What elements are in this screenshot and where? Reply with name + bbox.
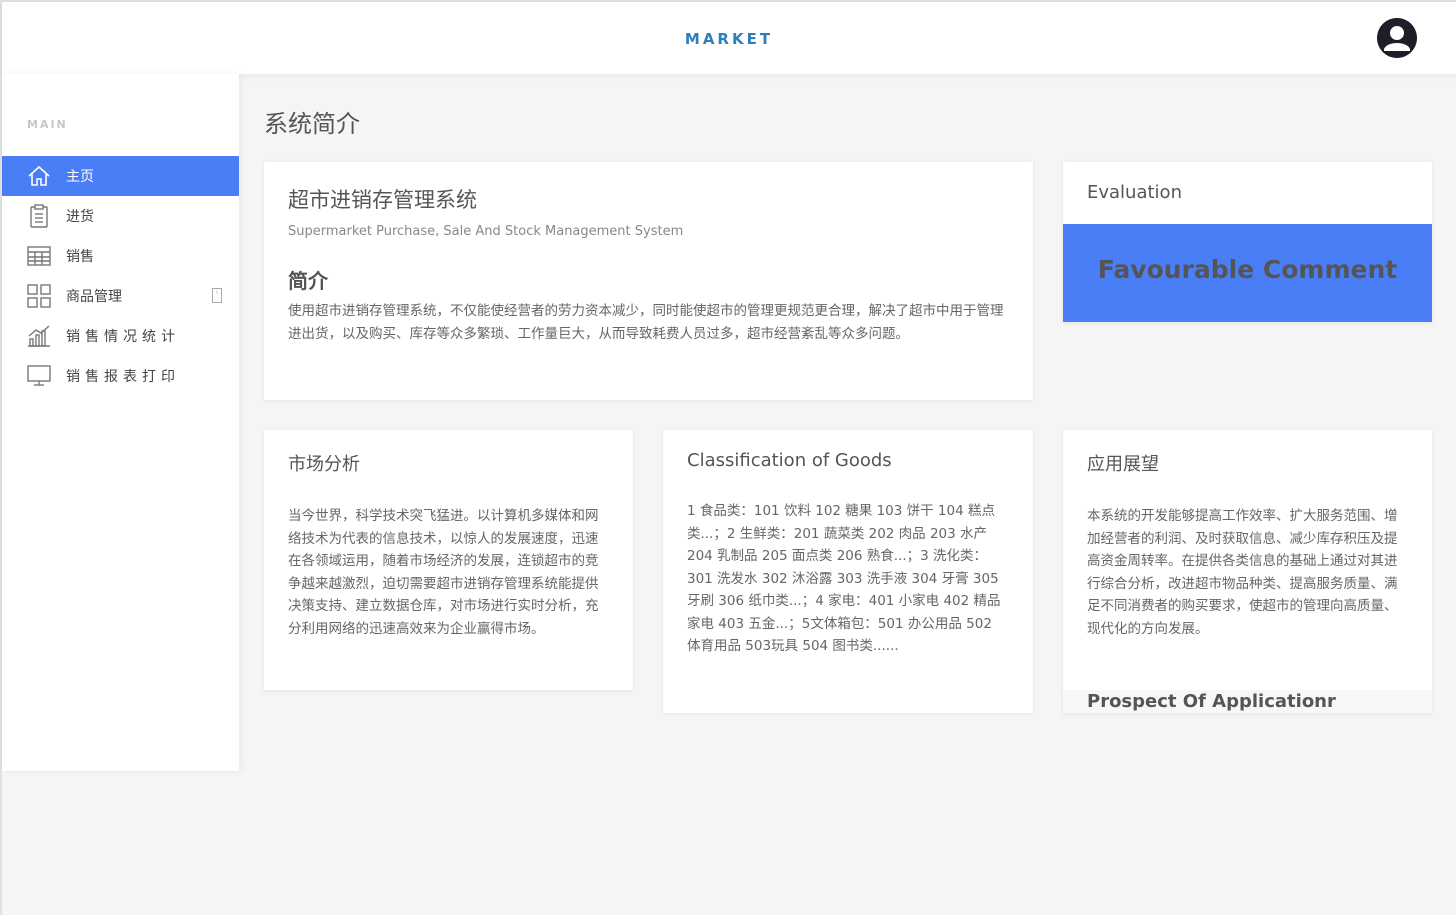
sidebar-item-label: 进货 bbox=[66, 209, 94, 225]
favourable-comment-banner[interactable]: Favourable Comment bbox=[1063, 224, 1432, 322]
sidebar-item-label: 销售 bbox=[66, 249, 94, 265]
sidebar-item-home[interactable]: 主页 bbox=[2, 156, 239, 196]
sidebar-item-label: 销售情况统计 bbox=[66, 329, 180, 345]
market-analysis-card: 市场分析 当今世界，科学技术突飞猛进。以计算机多媒体和网络技术为代表的信息技术，… bbox=[264, 430, 633, 690]
evaluation-title: Evaluation bbox=[1087, 182, 1182, 203]
goods-classification-card: Classification of Goods 1 食品类：101 饮料 102… bbox=[663, 430, 1033, 713]
clipboard-icon bbox=[26, 203, 52, 229]
bar-chart-icon bbox=[26, 323, 52, 349]
sidebar-item-sales[interactable]: 销售 bbox=[2, 236, 239, 276]
application-prospect-text: 本系统的开发能够提高工作效率、扩大服务范围、增加经营者的利润、及时获取信息、减少… bbox=[1087, 508, 1398, 637]
evaluation-card: Evaluation Favourable Comment bbox=[1063, 162, 1432, 322]
market-analysis-text: 当今世界，科学技术突飞猛进。以计算机多媒体和网络技术为代表的信息技术，以惊人的发… bbox=[288, 508, 599, 637]
sidebar-heading: MAIN bbox=[27, 118, 68, 131]
sidebar-item-goods-management[interactable]: 商品管理 ⁞ bbox=[2, 276, 239, 316]
goods-classification-text: 1 食品类：101 饮料 102 糖果 103 饼干 104 糕点类...；2 … bbox=[687, 503, 1001, 654]
page-title: 系统简介 bbox=[264, 110, 360, 138]
sidebar-item-label: 主页 bbox=[66, 169, 94, 185]
system-title: 超市进销存管理系统 bbox=[288, 188, 477, 212]
sidebar: MAIN 主页 进货 销售 商品管理 ⁞ 销售情况统计 销售报表打印 bbox=[2, 74, 239, 771]
intro-heading: 简介 bbox=[288, 269, 328, 293]
intro-card: 超市进销存管理系统 Supermarket Purchase, Sale And… bbox=[264, 162, 1033, 400]
market-analysis-title: 市场分析 bbox=[288, 454, 360, 475]
grid-icon bbox=[26, 283, 52, 309]
application-prospect-title: 应用展望 bbox=[1087, 454, 1159, 475]
home-icon bbox=[26, 163, 52, 189]
prospect-footer: Prospect Of Applicationr bbox=[1063, 690, 1432, 713]
system-subtitle: Supermarket Purchase, Sale And Stock Man… bbox=[288, 224, 684, 239]
expand-toggle-icon[interactable]: ⁞ bbox=[212, 288, 222, 303]
calendar-table-icon bbox=[26, 243, 52, 269]
intro-text: 使用超市进销存管理系统，不仅能使经营者的劳力资本减少，同时能使超市的管理更规范更… bbox=[288, 303, 1004, 342]
sidebar-item-sales-report-print[interactable]: 销售报表打印 bbox=[2, 356, 239, 396]
user-avatar-icon[interactable] bbox=[1377, 18, 1417, 58]
sidebar-item-sales-statistics[interactable]: 销售情况统计 bbox=[2, 316, 239, 356]
sidebar-item-purchase[interactable]: 进货 bbox=[2, 196, 239, 236]
monitor-icon bbox=[26, 363, 52, 389]
sidebar-item-label: 商品管理 bbox=[66, 289, 122, 305]
sidebar-nav: 主页 进货 销售 商品管理 ⁞ 销售情况统计 销售报表打印 bbox=[2, 156, 239, 396]
brand-title[interactable]: MARKET bbox=[2, 30, 1456, 48]
sidebar-item-label: 销售报表打印 bbox=[66, 369, 180, 385]
goods-classification-title: Classification of Goods bbox=[687, 450, 892, 471]
top-header: MARKET bbox=[2, 2, 1456, 74]
application-prospect-card: 应用展望 本系统的开发能够提高工作效率、扩大服务范围、增加经营者的利润、及时获取… bbox=[1063, 430, 1432, 713]
